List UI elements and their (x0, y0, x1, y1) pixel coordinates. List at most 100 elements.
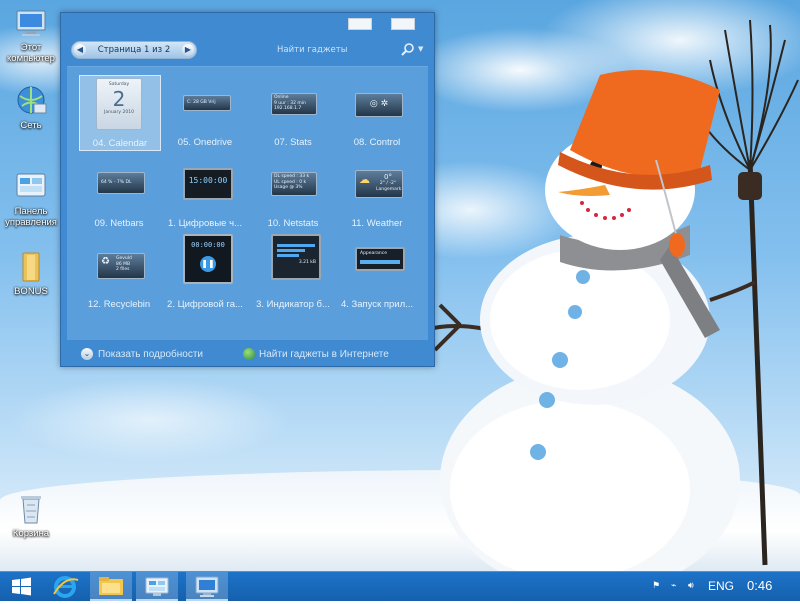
calendar-gadget-preview: Saturday 2 January 2010 (96, 78, 142, 130)
gadget-tile-netbars[interactable]: 64 % - 7% DL 09. Netbars (79, 156, 159, 230)
launcher-bar (360, 259, 400, 264)
gadget-label: 07. Stats (274, 137, 312, 148)
gadget-label: 11. Weather (351, 218, 403, 229)
folder-icon (14, 250, 48, 284)
taskbar-control-panel-button[interactable] (136, 572, 178, 601)
gadget-preview-text: 192.168.1.7 (274, 106, 302, 111)
desktop-gadgets-icon (195, 576, 219, 597)
gadget-preview-text: DL speed : 33 k (274, 174, 310, 179)
gadget-label: 3. Индикатор б... (256, 299, 330, 310)
taskbar: ⚑ ⌁ 🔊︎ ENG 0:46 (0, 571, 800, 601)
netstats-gadget-preview: DL speed : 33 k UL speed : 0 k Usage @ 3… (271, 172, 317, 196)
gadget-preview-text: 00:00:00 (191, 241, 225, 249)
gadget-preview-text: 2 files (116, 267, 130, 272)
control-gadget-preview: ◎ ✲ (355, 93, 403, 117)
gadget-tile-netstats[interactable]: DL speed : 33 k UL speed : 0 k Usage @ 3… (253, 156, 333, 230)
gadget-label: 2. Цифровой га... (167, 299, 243, 310)
desktop-icon-label: Корзина (12, 528, 50, 539)
network-status-icon[interactable]: ⌁ (671, 581, 681, 591)
globe-icon (243, 348, 255, 360)
gadget-preview-text: Usage @ 3% (274, 185, 303, 190)
gadget-preview-text: 2 (112, 86, 126, 111)
recycle-icon: ♻ (101, 256, 110, 267)
gadget-gallery: Saturday 2 January 2010 04. Calendar C: … (67, 66, 428, 340)
gadget-tile-weather[interactable]: ☁ 0° 2° / -2° Langemark 11. Weather (337, 156, 417, 230)
gadget-tile-digital-gadget[interactable]: 00:00:00 ❚❚ 2. Цифровой га... (165, 234, 245, 311)
gadget-tile-app-launcher[interactable]: Appearance 4. Запуск прил... (337, 237, 417, 311)
digital-clock-gadget-preview: 15:00:00 (183, 168, 233, 200)
stats-gadget-preview: Online 9 uur : 32 min 192.168.1.7 (271, 93, 317, 115)
gallery-footer: ⌄ Показать подробности Найти гаджеты в И… (67, 343, 428, 365)
indicator-bar (277, 254, 299, 257)
gadget-label: 4. Запуск прил... (340, 299, 414, 310)
gallery-toolbar: ◀ Страница 1 из 2 ▶ Найти гаджеты ▼ (67, 41, 428, 59)
show-details-link[interactable]: Показать подробности (98, 349, 203, 360)
gadget-preview-text: 64 % - 7% DL (101, 180, 132, 185)
previous-page-button[interactable]: ◀ (74, 44, 86, 56)
gadget-tile-calendar[interactable]: Saturday 2 January 2010 04. Calendar (79, 75, 161, 151)
explorer-icon (99, 577, 123, 595)
battery-indicator-gadget-preview: 3.21 kB (271, 234, 321, 280)
recyclebin-gadget-preview: ♻ Gevuld 86 MB 2 files (97, 253, 145, 279)
gadget-tile-battery-indicator[interactable]: 3.21 kB 3. Индикатор б... (253, 234, 333, 311)
minimize-button[interactable] (348, 18, 372, 30)
control-panel-icon (145, 577, 169, 596)
network-icon (14, 84, 48, 118)
gadget-label: 05. Onedrive (177, 137, 233, 148)
onedrive-gadget-preview: C: 28 GB Vrij (183, 95, 231, 111)
search-options-chevron-icon[interactable]: ▼ (418, 45, 423, 53)
desktop-icon-recycle-bin[interactable]: Корзина (3, 492, 59, 539)
close-button[interactable] (391, 18, 415, 30)
snowman-wallpaper-art (424, 20, 799, 571)
taskbar-ie-button[interactable] (44, 572, 86, 601)
desktop-icon-label: BONUS (14, 286, 48, 297)
digital-gadget-preview: 00:00:00 ❚❚ (183, 234, 233, 284)
power-icon: ◎ (369, 99, 378, 109)
desktop-icon-label: Панель управления (5, 206, 57, 228)
partly-cloudy-icon: ☁ (359, 173, 370, 186)
play-icon: ❚❚ (200, 256, 216, 272)
page-navigator: ◀ Страница 1 из 2 ▶ (71, 41, 197, 59)
gadget-tile-control[interactable]: ◎ ✲ 08. Control (337, 75, 417, 149)
settings-icon: ✲ (380, 99, 389, 109)
control-panel-icon (14, 170, 48, 204)
chevron-down-icon[interactable]: ⌄ (81, 348, 93, 360)
flag-icon[interactable]: ⚑ (652, 581, 662, 591)
gadget-label: 10. Netstats (267, 218, 319, 229)
get-gadgets-online-link[interactable]: Найти гаджеты в Интернете (259, 349, 389, 360)
clock[interactable]: 0:46 (747, 578, 772, 593)
gadget-preview-text: 15:00:00 (188, 176, 228, 185)
gadget-preview-text: C: 28 GB Vrij (187, 100, 216, 105)
gadget-gallery-window: ◀ Страница 1 из 2 ▶ Найти гаджеты ▼ Satu… (60, 12, 435, 367)
gadget-tile-stats[interactable]: Online 9 uur : 32 min 192.168.1.7 07. St… (253, 75, 333, 149)
taskbar-explorer-button[interactable] (90, 572, 132, 601)
desktop-icon-label: Этот компьютер (7, 42, 55, 64)
gadget-preview-text: Appearance (360, 251, 388, 256)
desktop-icon-this-computer[interactable]: Этот компьютер (3, 6, 59, 64)
gadget-label: 04. Calendar (92, 138, 148, 149)
page-indicator-label: Страница 1 из 2 (97, 45, 171, 55)
ie-icon (53, 576, 79, 598)
desktop-icon-network[interactable]: Сеть (3, 84, 59, 131)
next-page-button[interactable]: ▶ (182, 44, 194, 56)
netbars-gadget-preview: 64 % - 7% DL (97, 172, 145, 194)
start-button[interactable] (0, 572, 42, 601)
search-icon[interactable] (401, 42, 415, 56)
taskbar-gadgets-button[interactable] (186, 572, 228, 601)
app-launcher-gadget-preview: Appearance (355, 247, 405, 271)
gadget-tile-onedrive[interactable]: C: 28 GB Vrij 05. Onedrive (165, 75, 245, 149)
language-indicator[interactable]: ENG (708, 579, 734, 593)
gadget-preview-text: Gevuld (116, 256, 132, 261)
weather-gadget-preview: ☁ 0° 2° / -2° Langemark (355, 170, 403, 198)
search-gadgets-input[interactable]: Найти гаджеты (277, 45, 347, 55)
gadget-label: 12. Recyclebin (87, 299, 151, 310)
gadget-tile-recyclebin[interactable]: ♻ Gevuld 86 MB 2 files 12. Recyclebin (79, 237, 159, 311)
desktop-icon-control-panel[interactable]: Панель управления (3, 170, 59, 228)
gadget-label: 08. Control (353, 137, 401, 148)
indicator-bar (277, 249, 305, 252)
gadget-preview-text: Langemark (376, 186, 402, 192)
desktop-icon-bonus-folder[interactable]: BONUS (3, 250, 59, 297)
gadget-preview-text: January 2010 (104, 109, 134, 115)
volume-icon[interactable]: 🔊︎ (688, 581, 698, 591)
gadget-tile-digital-clock[interactable]: 15:00:00 1. Цифровые ч... (165, 156, 245, 230)
